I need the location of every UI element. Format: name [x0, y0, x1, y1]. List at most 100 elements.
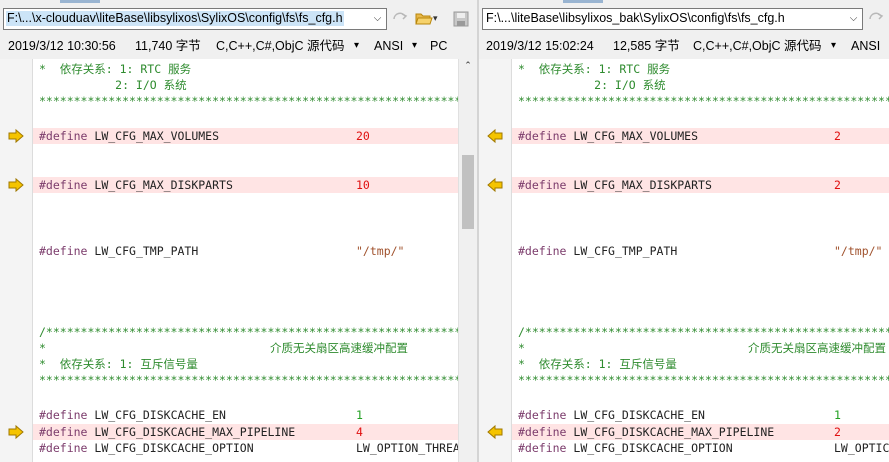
code-line: * 依存关系: 1: 互斥信号量 [33, 356, 458, 372]
left-language[interactable]: C,C++,C#,ObjC 源代码 [216, 33, 345, 59]
left-file-size: 11,740 字节 [135, 39, 201, 53]
define-keyword: #define [39, 408, 88, 422]
define-line: #define LW_CFG_MAX_VOLUMES [518, 128, 698, 144]
comment-stars: ****************************************… [518, 94, 889, 108]
diff-line: #define LW_CFG_DISKCACHE_MAX_PIPELINE 4 [33, 424, 458, 440]
diff-arrow-right-icon[interactable] [8, 128, 24, 144]
open-dropdown-icon[interactable]: ▾ [433, 11, 451, 27]
define-keyword: #define [518, 178, 567, 192]
left-editor[interactable]: * 依存关系: 1: RTC 服务 2: I/O 系统 ************… [0, 59, 477, 462]
right-path-text[interactable]: F:\...\liteBase\libsylixos_bak\SylixOS\c… [485, 11, 786, 26]
define-keyword: #define [518, 441, 567, 455]
left-compare-pane: F:\...\x-clouduav\liteBase\libsylixos\Sy… [0, 0, 477, 462]
code-line: ****************************************… [33, 372, 458, 388]
define-line: #define LW_CFG_DISKCACHE_OPTION [518, 440, 733, 456]
define-keyword: #define [518, 129, 567, 143]
diff-arrow-left-icon[interactable] [487, 128, 503, 144]
define-line: #define LW_CFG_DISKCACHE_EN [518, 407, 705, 423]
tab-accent [60, 0, 100, 3]
comment-text: * 依存关系: 1: RTC 服务 [518, 62, 671, 76]
macro-name: LW_CFG_MAX_DISKPARTS [94, 178, 233, 192]
macro-value: LW_OPTIC [834, 441, 889, 455]
top-strip [0, 0, 477, 3]
define-keyword: #define [39, 129, 88, 143]
code-line: * 依存关系: 1: RTC 服务 [512, 61, 889, 77]
code-line: * 依存关系: 1: 互斥信号量 [512, 356, 889, 372]
diff-arrow-right-icon[interactable] [8, 424, 24, 440]
scrollbar-thumb[interactable] [462, 155, 474, 229]
define-keyword: #define [518, 408, 567, 422]
define-line: #define LW_CFG_DISKCACHE_MAX_PIPELINE [518, 424, 774, 440]
code-line: ****************************************… [33, 93, 458, 109]
macro-value: "/tmp/" [834, 244, 883, 258]
left-file-info-bar: 2019/3/12 10:30:56 11,740 字节 C,C++,C#,Ob… [0, 33, 477, 59]
sync-icon[interactable] [391, 11, 409, 27]
diff-arrow-left-icon[interactable] [487, 177, 503, 193]
comment-text: * 依存关系: 1: 互斥信号量 [518, 357, 677, 371]
left-line-ending[interactable]: PC [430, 33, 447, 59]
macro-value: 20 [356, 129, 370, 143]
code-line: /***************************************… [33, 324, 458, 340]
right-file-size: 12,585 字节 [613, 39, 680, 53]
code-line: ****************************************… [512, 372, 889, 388]
macro-name: LW_CFG_DISKCACHE_MAX_PIPELINE [573, 425, 775, 439]
define-keyword: #define [518, 425, 567, 439]
diff-line: #define LW_CFG_MAX_DISKPARTS 10 [33, 177, 458, 193]
sync-icon[interactable] [867, 11, 885, 27]
scroll-up-icon[interactable]: ⌃ [459, 61, 477, 75]
macro-name: LW_CFG_DISKCACHE_OPTION [94, 441, 254, 455]
code-line: #define LW_CFG_DISKCACHE_OPTION LW_OPTIC [512, 440, 889, 456]
left-code-area[interactable]: * 依存关系: 1: RTC 服务 2: I/O 系统 ************… [33, 59, 458, 462]
right-compare-pane: F:\...\liteBase\libsylixos_bak\SylixOS\c… [479, 0, 889, 462]
right-language[interactable]: C,C++,C#,ObjC 源代码 [693, 33, 822, 59]
save-icon[interactable] [452, 11, 470, 27]
right-code-area[interactable]: * 依存关系: 1: RTC 服务 2: I/O 系统 ************… [512, 59, 889, 462]
macro-value: 2 [834, 178, 841, 192]
macro-value: 2 [834, 425, 841, 439]
right-language-dropdown-icon[interactable]: ▾ [831, 33, 836, 59]
macro-name: LW_CFG_DISKCACHE_EN [94, 408, 226, 422]
right-gutter [479, 59, 512, 462]
diff-arrow-right-icon[interactable] [8, 177, 24, 193]
code-line: #define LW_CFG_TMP_PATH "/tmp/" [512, 243, 889, 259]
macro-value: 2 [834, 129, 841, 143]
code-line: #define LW_CFG_DISKCACHE_EN 1 [512, 407, 889, 423]
left-encoding[interactable]: ANSI [374, 33, 403, 59]
macro-name: LW_CFG_DISKCACHE_OPTION [573, 441, 733, 455]
macro-name: LW_CFG_TMP_PATH [94, 244, 199, 258]
left-language-dropdown-icon[interactable]: ▾ [354, 33, 359, 59]
macro-name: LW_CFG_DISKCACHE_EN [573, 408, 705, 422]
define-line: #define LW_CFG_DISKCACHE_OPTION [39, 440, 254, 456]
code-line: 2: I/O 系统 [512, 77, 889, 93]
left-path-combobox[interactable]: F:\...\x-clouduav\liteBase\libsylixos\Sy… [3, 8, 387, 30]
left-path-bar: F:\...\x-clouduav\liteBase\libsylixos\Sy… [0, 5, 477, 32]
macro-name: LW_CFG_DISKCACHE_MAX_PIPELINE [94, 425, 296, 439]
define-keyword: #define [39, 178, 88, 192]
open-folder-icon[interactable] [415, 11, 433, 27]
left-gutter [0, 59, 33, 462]
code-line: #define LW_CFG_TMP_PATH "/tmp/" [33, 243, 458, 259]
diff-line: #define LW_CFG_MAX_VOLUMES 20 [33, 128, 458, 144]
left-path-text[interactable]: F:\...\x-clouduav\liteBase\libsylixos\Sy… [6, 11, 344, 26]
code-line: * 依存关系: 1: RTC 服务 [33, 61, 458, 77]
left-datetime: 2019/3/12 10:30:56 [8, 39, 116, 53]
comment-stars: /***************************************… [518, 325, 889, 339]
right-encoding[interactable]: ANSI [851, 33, 880, 59]
left-vertical-scrollbar[interactable]: ⌃ [458, 59, 477, 462]
define-line: #define LW_CFG_MAX_DISKPARTS [518, 177, 712, 193]
diff-line: #define LW_CFG_MAX_VOLUMES 2 [512, 128, 889, 144]
comment-stars: /***************************************… [39, 325, 458, 339]
define-line: #define LW_CFG_DISKCACHE_MAX_PIPELINE [39, 424, 295, 440]
diff-line: #define LW_CFG_DISKCACHE_MAX_PIPELINE 2 [512, 424, 889, 440]
right-path-combobox[interactable]: F:\...\liteBase\libsylixos_bak\SylixOS\c… [482, 8, 863, 30]
right-path-bar: F:\...\liteBase\libsylixos_bak\SylixOS\c… [479, 5, 889, 32]
right-editor[interactable]: * 依存关系: 1: RTC 服务 2: I/O 系统 ************… [479, 59, 889, 462]
diff-arrow-left-icon[interactable] [487, 424, 503, 440]
dropdown-icon[interactable]: ⌵ [368, 9, 386, 29]
macro-value: 1 [834, 408, 841, 422]
left-encoding-dropdown-icon[interactable]: ▾ [412, 33, 417, 59]
comment-text: * [39, 341, 46, 355]
code-line: #define LW_CFG_DISKCACHE_EN 1 [33, 407, 458, 423]
macro-name: LW_CFG_MAX_VOLUMES [573, 129, 699, 143]
dropdown-icon[interactable]: ⌵ [844, 9, 862, 29]
